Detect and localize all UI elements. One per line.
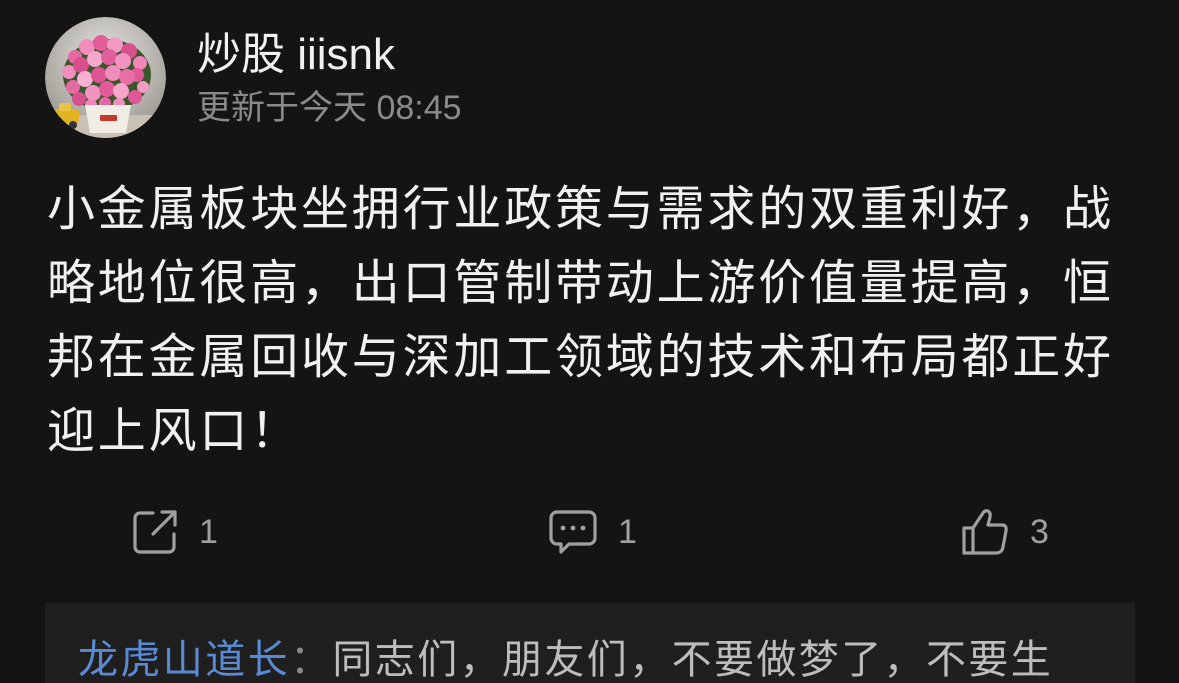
avatar-image xyxy=(45,17,166,138)
comment-icon xyxy=(549,510,597,554)
like-button[interactable]: 3 xyxy=(960,506,1049,558)
share-count: 1 xyxy=(199,513,218,551)
post-timestamp: 更新于今天 08:45 xyxy=(197,89,462,127)
thumbs-up-icon xyxy=(962,509,1008,555)
comment-text: 同志们，朋友们，不要做梦了，不要生 xyxy=(332,638,1054,682)
comment-preview[interactable]: 龙虎山道长：同志们，朋友们，不要做梦了，不要生 xyxy=(45,603,1135,683)
post-card: 炒股 iiisnk 更新于今天 08:45 小金属板块坐拥行业政策与需求的双重利… xyxy=(0,0,1179,683)
author-name[interactable]: 炒股 iiisnk xyxy=(197,28,395,82)
comment-separator: ： xyxy=(290,638,333,682)
avatar[interactable] xyxy=(45,17,166,138)
comment-preview-line: 龙虎山道长：同志们，朋友们，不要做梦了，不要生 xyxy=(78,636,1053,683)
comment-author[interactable]: 龙虎山道长 xyxy=(78,638,290,682)
comment-button[interactable]: 1 xyxy=(548,506,637,558)
share-icon xyxy=(133,510,177,554)
like-count: 3 xyxy=(1030,513,1049,551)
comment-count: 1 xyxy=(618,513,637,551)
post-content[interactable]: 小金属板块坐拥行业政策与需求的双重利好，战略地位很高，出口管制带动上游价值量提高… xyxy=(47,173,1142,469)
share-button[interactable]: 1 xyxy=(131,506,218,558)
